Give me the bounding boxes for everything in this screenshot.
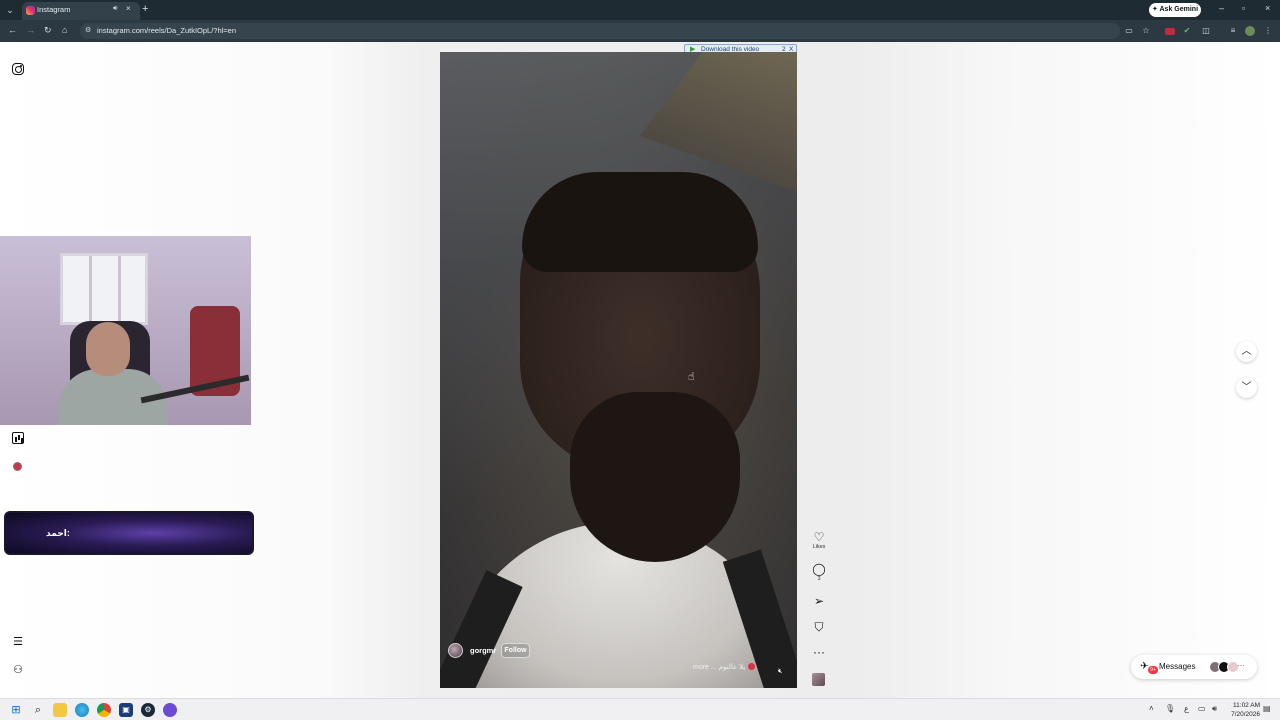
new-tab-button[interactable]: + [142, 3, 148, 15]
save-button[interactable]: ⛉ [810, 621, 828, 633]
comments-count: 3 [817, 576, 821, 582]
audio-thumbnail[interactable] [812, 673, 825, 686]
steam-icon[interactable]: ⚙ [141, 703, 155, 717]
chrome-icon[interactable] [97, 703, 111, 717]
browser-menu-icon[interactable]: ⋮ [1263, 26, 1273, 36]
volume-icon[interactable]: 🔊︎ [1212, 704, 1217, 714]
ask-gemini-button[interactable]: ✦ Ask Gemini [1149, 3, 1201, 17]
browser-toolbar: ← → ↻ ⌂ ⚙ instagram.com/reels/Da_ZutkIOp… [0, 20, 1280, 42]
notifications-icon[interactable]: ▤ [1263, 704, 1271, 713]
share-button[interactable]: ➢ [810, 595, 828, 607]
install-app-icon[interactable]: ▭ [1124, 26, 1134, 36]
back-icon[interactable]: ← [8, 25, 17, 35]
bookmark-star-icon[interactable]: ☆ [1141, 26, 1151, 36]
home-icon[interactable]: ⌂ [62, 25, 67, 35]
threads-icon[interactable]: ⚇ [12, 664, 24, 676]
likes-label: Likes [812, 544, 826, 550]
instagram-favicon-icon [26, 6, 35, 15]
chevron-up-icon: ︿ [1241, 346, 1252, 357]
site-info-icon[interactable]: ⚙ [85, 26, 91, 34]
reel-person-beard [570, 392, 740, 562]
like-button[interactable]: ♡ Likes [810, 531, 828, 550]
url-text[interactable]: instagram.com/reels/Da_ZutkIOpL/?hl=en [97, 26, 236, 35]
adblock-extension-icon[interactable] [1165, 28, 1175, 35]
taskbar-clock[interactable]: 11:02 AM 7/20/2026 [1228, 701, 1260, 719]
reel-username[interactable]: gorgmr [470, 646, 496, 655]
app-icon[interactable]: ▣ [119, 703, 133, 717]
messages-more: ··· [1237, 661, 1245, 670]
hamburger-icon[interactable]: ☰ [12, 636, 24, 648]
restore-button[interactable]: ▫ [1242, 3, 1245, 13]
tray-chevron-up-icon[interactable]: ˄ [1149, 704, 1154, 713]
hand-cursor-icon: ☝ [688, 371, 695, 383]
instagram-logo-icon[interactable] [12, 63, 24, 75]
tab-instagram[interactable]: Instagram 🔊︎ × [22, 2, 140, 20]
microphone-icon[interactable]: 🎙︎ [1165, 704, 1175, 713]
discord-icon[interactable] [163, 703, 177, 717]
previous-reel-button[interactable]: ︿ [1236, 341, 1257, 362]
chevron-down-icon: ﹀ [1241, 382, 1252, 393]
tab-search-icon[interactable]: ⌄ [4, 4, 16, 16]
webcam-overlay [0, 236, 251, 425]
forward-icon[interactable]: → [26, 25, 35, 35]
messages-label: Messages [1159, 662, 1196, 671]
more-icon: ··· [813, 645, 825, 659]
webcam-window [60, 253, 148, 325]
more-options-button[interactable]: ··· [810, 646, 828, 658]
windows-start-icon[interactable]: ⊞ [9, 703, 23, 717]
extensions-puzzle-icon[interactable]: ◫ [1201, 26, 1211, 36]
bookmark-icon: ⛉ [814, 620, 824, 634]
windows-taskbar: ⊞ ⌕ ▣ ⚙ ˄ 🎙︎ ع ▭ 🔊︎ 11:02 AM 7/20/2026 ▤ [0, 698, 1280, 720]
webcam-person-head [86, 322, 130, 376]
minimize-button[interactable]: – [1219, 3, 1224, 13]
comment-button[interactable]: ◯ 3 [810, 563, 828, 582]
reload-icon[interactable]: ↻ [44, 25, 52, 36]
next-reel-button[interactable]: ﹀ [1236, 377, 1257, 398]
stats-icon[interactable] [12, 432, 24, 444]
file-explorer-icon[interactable] [53, 703, 67, 717]
reel-user-avatar[interactable] [448, 643, 463, 658]
banner-text: احمد: [46, 528, 70, 538]
reel-caption[interactable]: more ... يلا عالنوم [693, 663, 745, 671]
address-bar[interactable]: ⚙ instagram.com/reels/Da_ZutkIOpL/?hl=en [80, 23, 1120, 39]
heart-icon: ♡ [813, 530, 825, 544]
tab-close-button[interactable]: × [126, 4, 131, 13]
edge-icon[interactable] [75, 703, 89, 717]
speaker-icon[interactable]: 🔊︎ [113, 5, 117, 13]
messages-button[interactable]: ✈ 9+ Messages ··· [1131, 655, 1257, 679]
profile-avatar-icon[interactable] [1245, 26, 1255, 36]
reel-video[interactable] [440, 52, 797, 688]
mute-icon[interactable]: 🔇︎ [778, 668, 782, 676]
send-icon: ➢ [813, 594, 825, 608]
stream-chat-banner: احمد: [4, 511, 254, 555]
search-icon[interactable]: ⌕ [31, 703, 45, 717]
tab-groups-icon[interactable]: ≡ [1228, 26, 1238, 36]
messages-badge: 9+ [1148, 666, 1158, 674]
profile-avatar-icon[interactable] [13, 462, 22, 471]
clock-date: 7/20/2026 [1231, 711, 1260, 718]
extension-leaf-icon[interactable]: ✔ [1182, 26, 1192, 36]
follow-button[interactable]: Follow [501, 643, 530, 658]
comment-icon: ◯ [812, 562, 826, 576]
caption-emoji-icon [748, 663, 755, 670]
tab-title: Instagram [37, 5, 71, 14]
reel-person-hair [522, 172, 758, 272]
clock-time: 11:02 AM [1233, 702, 1260, 709]
close-window-button[interactable]: × [1265, 3, 1270, 13]
browser-tabstrip: ⌄ Instagram 🔊︎ × + ✦ Ask Gemini – ▫ × [0, 0, 1280, 20]
keyboard-icon[interactable]: ع [1184, 704, 1189, 713]
network-icon[interactable]: ▭ [1198, 704, 1206, 713]
